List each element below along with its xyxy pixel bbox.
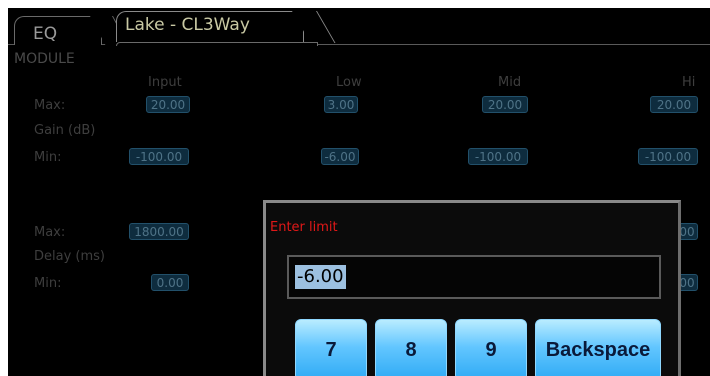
active-tab-cover xyxy=(116,42,318,46)
backspace-button[interactable]: Backspace xyxy=(535,319,661,376)
gain-min-low[interactable]: -6.00 xyxy=(321,148,359,165)
gain-max-low[interactable]: 3.00 xyxy=(324,96,358,113)
text-caret xyxy=(294,266,295,288)
delay-max-label: Max: xyxy=(34,225,66,240)
gain-max-input[interactable]: 20.00 xyxy=(146,96,190,113)
key-9-button[interactable]: 9 xyxy=(455,319,527,376)
delay-group-label: Delay (ms) xyxy=(34,249,105,264)
gain-max-mid[interactable]: 20.00 xyxy=(482,96,528,113)
gain-group-label: Gain (dB) xyxy=(34,123,96,138)
column-mid: Mid xyxy=(498,75,522,90)
limit-value-field[interactable]: -6.00 xyxy=(287,255,661,299)
key-8-button[interactable]: 8 xyxy=(375,319,447,376)
column-hi: Hi xyxy=(682,75,696,90)
gain-min-hi[interactable]: -100.00 xyxy=(638,148,698,165)
tab-eq[interactable]: EQ xyxy=(14,16,102,45)
module-label: MODULE xyxy=(14,51,75,67)
delay-min-input[interactable]: 0.00 xyxy=(151,274,189,291)
delay-min-label: Min: xyxy=(34,276,62,291)
gain-min-label: Min: xyxy=(34,150,62,165)
tab-eq-label: EQ xyxy=(33,24,58,44)
enter-limit-dialog: Enter limit -6.00 7 8 9 Backspace xyxy=(263,200,681,376)
gain-max-label: Max: xyxy=(34,98,66,113)
key-7-button[interactable]: 7 xyxy=(295,319,367,376)
column-input: Input xyxy=(148,75,182,90)
column-low: Low xyxy=(336,75,362,90)
gain-min-input[interactable]: -100.00 xyxy=(129,148,189,165)
limit-value-text: -6.00 xyxy=(295,265,346,289)
tab-lake-label: Lake - CL3Way xyxy=(125,15,250,35)
delay-max-input[interactable]: 1800.00 xyxy=(129,223,189,240)
gain-min-mid[interactable]: -100.00 xyxy=(468,148,528,165)
gain-max-hi[interactable]: 20.00 xyxy=(650,96,698,113)
tab-lake-cl3way[interactable]: Lake - CL3Way xyxy=(116,11,304,42)
screen: EQ Lake - CL3Way MODULE Input Low Mid Hi… xyxy=(8,8,710,376)
dialog-prompt: Enter limit xyxy=(270,220,338,235)
